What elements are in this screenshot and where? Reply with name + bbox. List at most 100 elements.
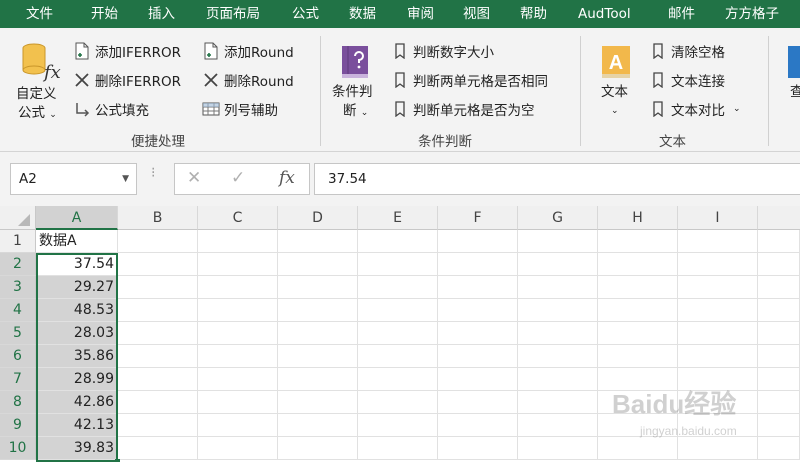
table-cell[interactable]	[518, 345, 598, 368]
name-box-dropdown-icon[interactable]: ▼	[122, 164, 129, 194]
table-cell[interactable]	[358, 437, 438, 460]
name-box[interactable]: A2 ▼	[10, 163, 137, 195]
table-cell[interactable]	[278, 391, 358, 414]
table-cell[interactable]	[358, 345, 438, 368]
table-cell[interactable]	[678, 322, 758, 345]
table-cell[interactable]	[278, 368, 358, 391]
table-cell[interactable]	[438, 299, 518, 322]
column-header-a[interactable]: A	[36, 206, 118, 230]
add-round-button[interactable]: 添加Round	[201, 40, 294, 62]
table-cell[interactable]	[118, 437, 198, 460]
table-cell[interactable]	[438, 345, 518, 368]
table-cell[interactable]	[518, 253, 598, 276]
table-cell[interactable]	[518, 276, 598, 299]
table-cell[interactable]	[358, 276, 438, 299]
row-header[interactable]: 1	[0, 230, 36, 253]
table-cell[interactable]	[278, 299, 358, 322]
table-cell[interactable]	[758, 276, 800, 299]
table-cell[interactable]	[678, 437, 758, 460]
cell-a-value[interactable]: 39.83	[36, 437, 118, 460]
table-cell[interactable]	[598, 322, 678, 345]
row-header[interactable]: 4	[0, 299, 36, 322]
select-all-corner[interactable]	[0, 206, 36, 230]
table-cell[interactable]	[198, 322, 278, 345]
table-cell[interactable]	[118, 368, 198, 391]
row-header[interactable]: 7	[0, 368, 36, 391]
table-cell[interactable]	[118, 230, 198, 253]
splitter-grip-icon[interactable]: ⁝	[151, 166, 155, 180]
partial-next-button[interactable]: 查	[784, 42, 800, 124]
tab-page-layout[interactable]: 页面布局	[206, 0, 260, 28]
table-cell[interactable]	[358, 299, 438, 322]
tab-view[interactable]: 视图	[463, 0, 490, 28]
table-cell[interactable]	[758, 391, 800, 414]
custom-formula-button[interactable]: fx 自定义 公式 ⌄	[10, 42, 66, 124]
tab-audtool[interactable]: AudTool	[578, 0, 631, 28]
row-header[interactable]: 6	[0, 345, 36, 368]
table-cell[interactable]	[518, 368, 598, 391]
row-header[interactable]: 9	[0, 414, 36, 437]
table-cell[interactable]	[758, 230, 800, 253]
cell-a-value[interactable]: 42.13	[36, 414, 118, 437]
table-cell[interactable]	[758, 414, 800, 437]
table-cell[interactable]	[118, 253, 198, 276]
table-cell[interactable]	[518, 230, 598, 253]
delete-round-button[interactable]: 删除Round	[201, 69, 294, 91]
table-cell[interactable]	[438, 230, 518, 253]
table-cell[interactable]	[438, 368, 518, 391]
table-cell[interactable]	[198, 391, 278, 414]
clear-spaces-button[interactable]: 清除空格	[648, 40, 725, 62]
table-cell[interactable]	[758, 368, 800, 391]
table-cell[interactable]	[438, 437, 518, 460]
column-header-h[interactable]: H	[598, 206, 678, 230]
table-cell[interactable]	[278, 345, 358, 368]
table-cell[interactable]	[118, 345, 198, 368]
tab-review[interactable]: 审阅	[407, 0, 434, 28]
table-cell[interactable]	[198, 368, 278, 391]
table-cell[interactable]	[758, 345, 800, 368]
tab-home[interactable]: 开始	[91, 0, 118, 28]
column-header-g[interactable]: G	[518, 206, 598, 230]
judge-number-size-button[interactable]: 判断数字大小	[390, 40, 494, 62]
table-cell[interactable]	[198, 230, 278, 253]
table-cell[interactable]	[598, 299, 678, 322]
table-cell[interactable]	[118, 414, 198, 437]
cell-a-value[interactable]: 48.53	[36, 299, 118, 322]
table-cell[interactable]	[278, 253, 358, 276]
delete-iferror-button[interactable]: 删除IFERROR	[72, 69, 181, 91]
formula-input[interactable]: 37.54	[314, 163, 800, 195]
row-header[interactable]: 2	[0, 253, 36, 276]
table-cell[interactable]	[518, 391, 598, 414]
tab-mail[interactable]: 邮件	[668, 0, 695, 28]
table-cell[interactable]	[358, 322, 438, 345]
tab-formulas[interactable]: 公式	[292, 0, 319, 28]
tab-fangfang[interactable]: 方方格子	[725, 0, 779, 28]
cell-a1-header[interactable]: 数据A	[36, 230, 118, 253]
table-cell[interactable]	[358, 391, 438, 414]
cell-a-value[interactable]: 42.86	[36, 391, 118, 414]
table-cell[interactable]	[598, 230, 678, 253]
column-header-c[interactable]: C	[198, 206, 278, 230]
table-cell[interactable]	[598, 345, 678, 368]
table-cell[interactable]	[518, 299, 598, 322]
table-cell[interactable]	[278, 276, 358, 299]
table-cell[interactable]	[598, 276, 678, 299]
add-iferror-button[interactable]: 添加IFERROR	[72, 40, 181, 62]
enter-icon[interactable]: ✓	[231, 168, 245, 188]
text-compare-button[interactable]: 文本对比 ⌄	[648, 98, 741, 120]
column-helper-button[interactable]: 列号辅助	[201, 98, 278, 120]
table-cell[interactable]	[198, 437, 278, 460]
table-cell[interactable]	[198, 299, 278, 322]
cell-a-value[interactable]: 35.86	[36, 345, 118, 368]
table-cell[interactable]	[598, 253, 678, 276]
tab-insert[interactable]: 插入	[148, 0, 175, 28]
column-header-e[interactable]: E	[358, 206, 438, 230]
row-header[interactable]: 10	[0, 437, 36, 460]
table-cell[interactable]	[118, 299, 198, 322]
table-cell[interactable]	[278, 437, 358, 460]
formula-fill-button[interactable]: 公式填充	[72, 98, 149, 120]
table-cell[interactable]	[518, 414, 598, 437]
column-header-b[interactable]: B	[118, 206, 198, 230]
table-cell[interactable]	[278, 230, 358, 253]
insert-function-icon[interactable]: fx	[279, 168, 295, 188]
